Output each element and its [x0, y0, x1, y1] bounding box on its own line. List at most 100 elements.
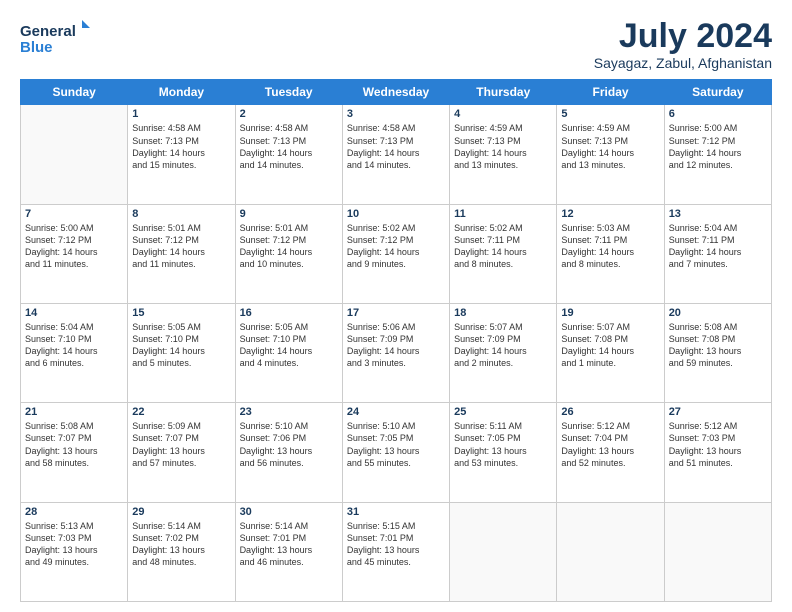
main-title: July 2024 — [594, 18, 772, 55]
day-info: Sunrise: 5:13 AM Sunset: 7:03 PM Dayligh… — [25, 520, 123, 569]
day-number: 7 — [25, 208, 123, 220]
calendar-cell: 27Sunrise: 5:12 AM Sunset: 7:03 PM Dayli… — [664, 403, 771, 502]
col-header-monday: Monday — [128, 80, 235, 105]
calendar-cell: 16 Sunrise: 5:05 AM Sunset: 7:10 PM Dayli… — [235, 304, 342, 403]
day-info: Sunrise: 4:59 AM Sunset: 7:13 PM Dayligh… — [561, 122, 659, 171]
calendar-cell: 11 Sunrise: 5:02 AM Sunset: 7:11 PM Dayli… — [450, 204, 557, 303]
calendar-cell: 10Sunrise: 5:02 AM Sunset: 7:12 PM Dayli… — [342, 204, 449, 303]
header: General Blue July 2024 Sayagaz, Zabul, A… — [20, 18, 772, 71]
calendar-cell — [557, 502, 664, 601]
day-info: Sunrise: 5:01 AM Sunset: 7:12 PM Dayligh… — [132, 222, 230, 271]
week-row-3: 14Sunrise: 5:04 AM Sunset: 7:10 PM Dayli… — [21, 304, 772, 403]
day-info: Sunrise: 5:09 AM Sunset: 7:07 PM Dayligh… — [132, 420, 230, 469]
day-number: 23 — [240, 406, 338, 418]
calendar-cell: 28Sunrise: 5:13 AM Sunset: 7:03 PM Dayli… — [21, 502, 128, 601]
day-number: 6 — [669, 108, 767, 120]
day-number: 17 — [347, 307, 445, 319]
svg-text:General: General — [20, 23, 76, 40]
day-info: Sunrise: 5:03 AM Sunset: 7:11 PM Dayligh… — [561, 222, 659, 271]
day-info: Sunrise: 5:10 AM Sunset: 7:06 PM Dayligh… — [240, 420, 338, 469]
calendar-cell: 17 Sunrise: 5:06 AM Sunset: 7:09 PM Dayli… — [342, 304, 449, 403]
calendar-cell: 8 Sunrise: 5:01 AM Sunset: 7:12 PM Daylig… — [128, 204, 235, 303]
title-block: July 2024 Sayagaz, Zabul, Afghanistan — [594, 18, 772, 71]
week-row-1: 1 Sunrise: 4:58 AM Sunset: 7:13 PM Daylig… — [21, 105, 772, 204]
day-number: 31 — [347, 506, 445, 518]
calendar-cell: 1 Sunrise: 4:58 AM Sunset: 7:13 PM Daylig… — [128, 105, 235, 204]
col-header-sunday: Sunday — [21, 80, 128, 105]
day-info: Sunrise: 5:08 AM Sunset: 7:08 PM Dayligh… — [669, 321, 767, 370]
day-info: Sunrise: 4:59 AM Sunset: 7:13 PM Dayligh… — [454, 122, 552, 171]
day-info: Sunrise: 5:10 AM Sunset: 7:05 PM Dayligh… — [347, 420, 445, 469]
calendar-cell: 21Sunrise: 5:08 AM Sunset: 7:07 PM Dayli… — [21, 403, 128, 502]
day-number: 4 — [454, 108, 552, 120]
col-header-friday: Friday — [557, 80, 664, 105]
calendar-cell: 2 Sunrise: 4:58 AM Sunset: 7:13 PM Daylig… — [235, 105, 342, 204]
day-info: Sunrise: 5:00 AM Sunset: 7:12 PM Dayligh… — [669, 122, 767, 171]
day-info: Sunrise: 5:01 AM Sunset: 7:12 PM Dayligh… — [240, 222, 338, 271]
calendar-cell: 26Sunrise: 5:12 AM Sunset: 7:04 PM Dayli… — [557, 403, 664, 502]
day-info: Sunrise: 5:12 AM Sunset: 7:03 PM Dayligh… — [669, 420, 767, 469]
day-info: Sunrise: 5:06 AM Sunset: 7:09 PM Dayligh… — [347, 321, 445, 370]
day-number: 19 — [561, 307, 659, 319]
calendar-cell: 12 Sunrise: 5:03 AM Sunset: 7:11 PM Dayli… — [557, 204, 664, 303]
day-number: 2 — [240, 108, 338, 120]
days-header-row: SundayMondayTuesdayWednesdayThursdayFrid… — [21, 80, 772, 105]
col-header-saturday: Saturday — [664, 80, 771, 105]
col-header-thursday: Thursday — [450, 80, 557, 105]
calendar-cell: 7 Sunrise: 5:00 AM Sunset: 7:12 PM Daylig… — [21, 204, 128, 303]
calendar-cell: 4 Sunrise: 4:59 AM Sunset: 7:13 PM Daylig… — [450, 105, 557, 204]
calendar-cell: 18 Sunrise: 5:07 AM Sunset: 7:09 PM Dayli… — [450, 304, 557, 403]
day-info: Sunrise: 5:07 AM Sunset: 7:09 PM Dayligh… — [454, 321, 552, 370]
calendar-cell: 24 Sunrise: 5:10 AM Sunset: 7:05 PM Dayli… — [342, 403, 449, 502]
col-header-tuesday: Tuesday — [235, 80, 342, 105]
subtitle: Sayagaz, Zabul, Afghanistan — [594, 55, 772, 71]
calendar-cell: 3 Sunrise: 4:58 AM Sunset: 7:13 PM Daylig… — [342, 105, 449, 204]
day-number: 16 — [240, 307, 338, 319]
calendar-cell: 25Sunrise: 5:11 AM Sunset: 7:05 PM Dayli… — [450, 403, 557, 502]
calendar-cell — [21, 105, 128, 204]
calendar-cell: 19 Sunrise: 5:07 AM Sunset: 7:08 PM Dayli… — [557, 304, 664, 403]
day-info: Sunrise: 4:58 AM Sunset: 7:13 PM Dayligh… — [132, 122, 230, 171]
day-info: Sunrise: 5:14 AM Sunset: 7:02 PM Dayligh… — [132, 520, 230, 569]
calendar-cell: 15Sunrise: 5:05 AM Sunset: 7:10 PM Dayli… — [128, 304, 235, 403]
calendar-cell: 6 Sunrise: 5:00 AM Sunset: 7:12 PM Daylig… — [664, 105, 771, 204]
day-number: 8 — [132, 208, 230, 220]
calendar-cell: 9 Sunrise: 5:01 AM Sunset: 7:12 PM Daylig… — [235, 204, 342, 303]
calendar-cell: 29Sunrise: 5:14 AM Sunset: 7:02 PM Dayli… — [128, 502, 235, 601]
day-info: Sunrise: 5:07 AM Sunset: 7:08 PM Dayligh… — [561, 321, 659, 370]
day-number: 12 — [561, 208, 659, 220]
calendar-cell: 13 Sunrise: 5:04 AM Sunset: 7:11 PM Dayli… — [664, 204, 771, 303]
day-info: Sunrise: 5:08 AM Sunset: 7:07 PM Dayligh… — [25, 420, 123, 469]
calendar-cell — [450, 502, 557, 601]
day-number: 11 — [454, 208, 552, 220]
day-number: 22 — [132, 406, 230, 418]
day-number: 1 — [132, 108, 230, 120]
week-row-5: 28Sunrise: 5:13 AM Sunset: 7:03 PM Dayli… — [21, 502, 772, 601]
day-info: Sunrise: 5:05 AM Sunset: 7:10 PM Dayligh… — [132, 321, 230, 370]
day-info: Sunrise: 5:14 AM Sunset: 7:01 PM Dayligh… — [240, 520, 338, 569]
day-info: Sunrise: 4:58 AM Sunset: 7:13 PM Dayligh… — [240, 122, 338, 171]
day-number: 14 — [25, 307, 123, 319]
day-number: 3 — [347, 108, 445, 120]
day-info: Sunrise: 5:02 AM Sunset: 7:11 PM Dayligh… — [454, 222, 552, 271]
week-row-4: 21Sunrise: 5:08 AM Sunset: 7:07 PM Dayli… — [21, 403, 772, 502]
day-number: 9 — [240, 208, 338, 220]
day-info: Sunrise: 5:15 AM Sunset: 7:01 PM Dayligh… — [347, 520, 445, 569]
day-info: Sunrise: 5:05 AM Sunset: 7:10 PM Dayligh… — [240, 321, 338, 370]
day-info: Sunrise: 5:04 AM Sunset: 7:11 PM Dayligh… — [669, 222, 767, 271]
calendar-cell: 23 Sunrise: 5:10 AM Sunset: 7:06 PM Dayli… — [235, 403, 342, 502]
day-number: 18 — [454, 307, 552, 319]
day-number: 10 — [347, 208, 445, 220]
week-row-2: 7 Sunrise: 5:00 AM Sunset: 7:12 PM Daylig… — [21, 204, 772, 303]
calendar-cell: 30Sunrise: 5:14 AM Sunset: 7:01 PM Dayli… — [235, 502, 342, 601]
day-info: Sunrise: 4:58 AM Sunset: 7:13 PM Dayligh… — [347, 122, 445, 171]
day-info: Sunrise: 5:00 AM Sunset: 7:12 PM Dayligh… — [25, 222, 123, 271]
calendar-cell: 22 Sunrise: 5:09 AM Sunset: 7:07 PM Dayli… — [128, 403, 235, 502]
logo: General Blue — [20, 18, 90, 58]
day-number: 24 — [347, 406, 445, 418]
day-number: 25 — [454, 406, 552, 418]
day-number: 13 — [669, 208, 767, 220]
day-number: 26 — [561, 406, 659, 418]
calendar-cell: 14Sunrise: 5:04 AM Sunset: 7:10 PM Dayli… — [21, 304, 128, 403]
calendar-table: SundayMondayTuesdayWednesdayThursdayFrid… — [20, 79, 772, 602]
